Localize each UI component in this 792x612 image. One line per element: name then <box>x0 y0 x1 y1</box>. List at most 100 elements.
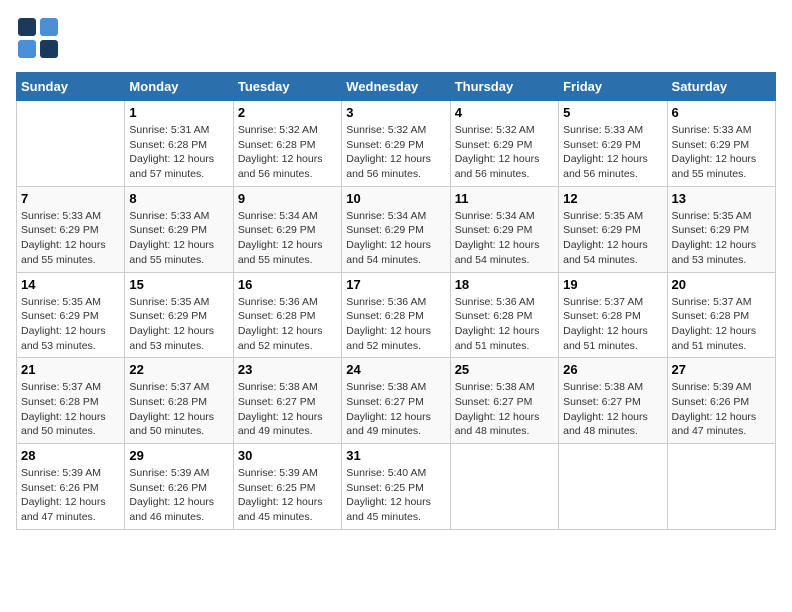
day-info: Sunrise: 5:33 AM Sunset: 6:29 PM Dayligh… <box>563 123 662 182</box>
day-number: 24 <box>346 362 445 377</box>
day-info: Sunrise: 5:40 AM Sunset: 6:25 PM Dayligh… <box>346 466 445 525</box>
column-header-friday: Friday <box>559 73 667 101</box>
calendar-cell: 29 Sunrise: 5:39 AM Sunset: 6:26 PM Dayli… <box>125 444 233 530</box>
calendar-header-row: SundayMondayTuesdayWednesdayThursdayFrid… <box>17 73 776 101</box>
calendar-cell: 19Sunrise: 5:37 AM Sunset: 6:28 PM Dayli… <box>559 272 667 358</box>
day-info: Sunrise: 5:31 AM Sunset: 6:28 PM Dayligh… <box>129 123 228 182</box>
day-info: Sunrise: 5:36 AM Sunset: 6:28 PM Dayligh… <box>455 295 554 354</box>
calendar-cell: 1 Sunrise: 5:31 AM Sunset: 6:28 PM Daylig… <box>125 101 233 187</box>
day-info: Sunrise: 5:38 AM Sunset: 6:27 PM Dayligh… <box>563 380 662 439</box>
day-info: Sunrise: 5:37 AM Sunset: 6:28 PM Dayligh… <box>21 380 120 439</box>
day-info: Sunrise: 5:39 AM Sunset: 6:25 PM Dayligh… <box>238 466 337 525</box>
day-number: 12 <box>563 191 662 206</box>
logo <box>16 16 64 60</box>
calendar-cell: 2 Sunrise: 5:32 AM Sunset: 6:28 PM Daylig… <box>233 101 341 187</box>
day-info: Sunrise: 5:32 AM Sunset: 6:29 PM Dayligh… <box>346 123 445 182</box>
day-number: 25 <box>455 362 554 377</box>
calendar-cell: 15Sunrise: 5:35 AM Sunset: 6:29 PM Dayli… <box>125 272 233 358</box>
calendar-cell: 24 Sunrise: 5:38 AM Sunset: 6:27 PM Dayli… <box>342 358 450 444</box>
calendar-cell: 13 Sunrise: 5:35 AM Sunset: 6:29 PM Dayli… <box>667 186 775 272</box>
calendar-cell: 31 Sunrise: 5:40 AM Sunset: 6:25 PM Dayli… <box>342 444 450 530</box>
calendar-cell <box>559 444 667 530</box>
day-info: Sunrise: 5:32 AM Sunset: 6:28 PM Dayligh… <box>238 123 337 182</box>
day-info: Sunrise: 5:34 AM Sunset: 6:29 PM Dayligh… <box>346 209 445 268</box>
day-number: 16 <box>238 277 337 292</box>
day-info: Sunrise: 5:35 AM Sunset: 6:29 PM Dayligh… <box>129 295 228 354</box>
day-number: 10 <box>346 191 445 206</box>
day-number: 17 <box>346 277 445 292</box>
calendar-cell: 25 Sunrise: 5:38 AM Sunset: 6:27 PM Dayli… <box>450 358 558 444</box>
day-number: 6 <box>672 105 771 120</box>
day-info: Sunrise: 5:35 AM Sunset: 6:29 PM Dayligh… <box>21 295 120 354</box>
day-number: 29 <box>129 448 228 463</box>
day-number: 1 <box>129 105 228 120</box>
day-info: Sunrise: 5:36 AM Sunset: 6:28 PM Dayligh… <box>238 295 337 354</box>
day-number: 30 <box>238 448 337 463</box>
column-header-tuesday: Tuesday <box>233 73 341 101</box>
column-header-sunday: Sunday <box>17 73 125 101</box>
calendar-week-row: 7 Sunrise: 5:33 AM Sunset: 6:29 PM Daylig… <box>17 186 776 272</box>
column-header-thursday: Thursday <box>450 73 558 101</box>
calendar-cell: 20Sunrise: 5:37 AM Sunset: 6:28 PM Dayli… <box>667 272 775 358</box>
day-info: Sunrise: 5:36 AM Sunset: 6:28 PM Dayligh… <box>346 295 445 354</box>
column-header-saturday: Saturday <box>667 73 775 101</box>
day-info: Sunrise: 5:35 AM Sunset: 6:29 PM Dayligh… <box>672 209 771 268</box>
logo-icon <box>16 16 60 60</box>
calendar-cell <box>17 101 125 187</box>
day-number: 3 <box>346 105 445 120</box>
day-info: Sunrise: 5:33 AM Sunset: 6:29 PM Dayligh… <box>129 209 228 268</box>
day-number: 4 <box>455 105 554 120</box>
day-number: 31 <box>346 448 445 463</box>
calendar-cell: 10 Sunrise: 5:34 AM Sunset: 6:29 PM Dayli… <box>342 186 450 272</box>
calendar-cell: 18 Sunrise: 5:36 AM Sunset: 6:28 PM Dayli… <box>450 272 558 358</box>
day-info: Sunrise: 5:39 AM Sunset: 6:26 PM Dayligh… <box>21 466 120 525</box>
day-info: Sunrise: 5:34 AM Sunset: 6:29 PM Dayligh… <box>455 209 554 268</box>
page-header <box>16 16 776 60</box>
day-info: Sunrise: 5:33 AM Sunset: 6:29 PM Dayligh… <box>672 123 771 182</box>
day-info: Sunrise: 5:39 AM Sunset: 6:26 PM Dayligh… <box>129 466 228 525</box>
calendar-cell: 22 Sunrise: 5:37 AM Sunset: 6:28 PM Dayli… <box>125 358 233 444</box>
day-info: Sunrise: 5:37 AM Sunset: 6:28 PM Dayligh… <box>672 295 771 354</box>
calendar-week-row: 14 Sunrise: 5:35 AM Sunset: 6:29 PM Dayli… <box>17 272 776 358</box>
day-number: 13 <box>672 191 771 206</box>
calendar-week-row: 21 Sunrise: 5:37 AM Sunset: 6:28 PM Dayli… <box>17 358 776 444</box>
day-info: Sunrise: 5:37 AM Sunset: 6:28 PM Dayligh… <box>563 295 662 354</box>
calendar-week-row: 1 Sunrise: 5:31 AM Sunset: 6:28 PM Daylig… <box>17 101 776 187</box>
day-info: Sunrise: 5:38 AM Sunset: 6:27 PM Dayligh… <box>346 380 445 439</box>
calendar-cell: 26Sunrise: 5:38 AM Sunset: 6:27 PM Dayli… <box>559 358 667 444</box>
calendar-cell: 28 Sunrise: 5:39 AM Sunset: 6:26 PM Dayli… <box>17 444 125 530</box>
calendar-cell: 16 Sunrise: 5:36 AM Sunset: 6:28 PM Dayli… <box>233 272 341 358</box>
day-number: 27 <box>672 362 771 377</box>
calendar-cell: 4Sunrise: 5:32 AM Sunset: 6:29 PM Daylig… <box>450 101 558 187</box>
calendar-cell: 8 Sunrise: 5:33 AM Sunset: 6:29 PM Daylig… <box>125 186 233 272</box>
calendar-cell <box>450 444 558 530</box>
column-header-wednesday: Wednesday <box>342 73 450 101</box>
calendar-cell: 30 Sunrise: 5:39 AM Sunset: 6:25 PM Dayli… <box>233 444 341 530</box>
day-info: Sunrise: 5:37 AM Sunset: 6:28 PM Dayligh… <box>129 380 228 439</box>
day-info: Sunrise: 5:39 AM Sunset: 6:26 PM Dayligh… <box>672 380 771 439</box>
calendar-cell: 23 Sunrise: 5:38 AM Sunset: 6:27 PM Dayli… <box>233 358 341 444</box>
day-number: 2 <box>238 105 337 120</box>
calendar-week-row: 28 Sunrise: 5:39 AM Sunset: 6:26 PM Dayli… <box>17 444 776 530</box>
day-number: 11 <box>455 191 554 206</box>
calendar-cell: 11 Sunrise: 5:34 AM Sunset: 6:29 PM Dayli… <box>450 186 558 272</box>
calendar-cell: 7 Sunrise: 5:33 AM Sunset: 6:29 PM Daylig… <box>17 186 125 272</box>
day-number: 23 <box>238 362 337 377</box>
day-number: 14 <box>21 277 120 292</box>
day-number: 28 <box>21 448 120 463</box>
day-info: Sunrise: 5:33 AM Sunset: 6:29 PM Dayligh… <box>21 209 120 268</box>
calendar-cell: 9 Sunrise: 5:34 AM Sunset: 6:29 PM Daylig… <box>233 186 341 272</box>
day-number: 22 <box>129 362 228 377</box>
day-number: 9 <box>238 191 337 206</box>
day-number: 21 <box>21 362 120 377</box>
calendar-cell: 12Sunrise: 5:35 AM Sunset: 6:29 PM Dayli… <box>559 186 667 272</box>
day-info: Sunrise: 5:38 AM Sunset: 6:27 PM Dayligh… <box>238 380 337 439</box>
day-number: 8 <box>129 191 228 206</box>
calendar-cell: 17 Sunrise: 5:36 AM Sunset: 6:28 PM Dayli… <box>342 272 450 358</box>
day-number: 18 <box>455 277 554 292</box>
day-info: Sunrise: 5:38 AM Sunset: 6:27 PM Dayligh… <box>455 380 554 439</box>
day-number: 7 <box>21 191 120 206</box>
calendar-cell: 5 Sunrise: 5:33 AM Sunset: 6:29 PM Daylig… <box>559 101 667 187</box>
day-info: Sunrise: 5:34 AM Sunset: 6:29 PM Dayligh… <box>238 209 337 268</box>
day-number: 5 <box>563 105 662 120</box>
